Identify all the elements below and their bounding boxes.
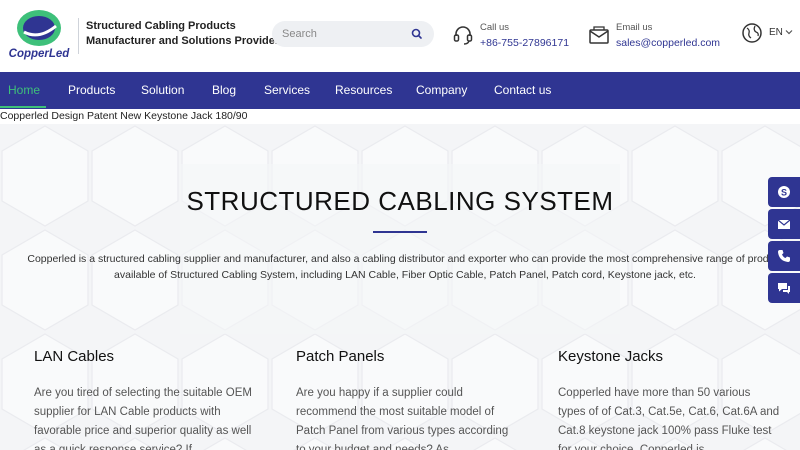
nav-contact-us[interactable]: Contact us <box>494 72 551 109</box>
chevron-down-icon <box>785 30 793 35</box>
nav-services-label: Services <box>264 83 311 97</box>
envelope-icon <box>589 26 609 44</box>
site-header: CopperLed Structured Cabling Products Ma… <box>0 0 800 72</box>
chat-icon <box>778 283 790 294</box>
nav-home[interactable]: Home <box>8 72 40 109</box>
nav-products[interactable]: Products <box>68 72 115 109</box>
nav-blog[interactable]: Blog <box>212 72 236 109</box>
search-icon[interactable] <box>408 25 426 43</box>
email-label: Email us <box>616 22 653 33</box>
card-text-keystone-jacks: Copperled have more than 50 various type… <box>558 387 780 450</box>
skype-icon: S <box>778 186 790 198</box>
svg-text:CopperLed: CopperLed <box>9 48 71 60</box>
hero-title-underline <box>373 231 427 233</box>
phone-label: Call us <box>480 22 510 33</box>
phone-icon <box>778 250 790 262</box>
search-box <box>272 21 434 47</box>
card-text-patch-panels: Are you happy if a supplier could recomm… <box>296 387 509 450</box>
breadcrumb[interactable]: Copperled Design Patent New Keystone Jac… <box>0 110 247 122</box>
nav-company-label: Company <box>416 83 468 97</box>
nav-home-label: Home <box>8 83 41 97</box>
hero-description-line-1: Copperled is a structured cabling suppli… <box>27 253 783 265</box>
search-input[interactable] <box>282 24 402 44</box>
nav-solution[interactable]: Solution <box>141 72 184 109</box>
hero-title: STRUCTURED CABLING SYSTEM <box>186 186 614 216</box>
nav-solution-label: Solution <box>141 83 185 97</box>
card-text-lan-cables: Are you tired of selecting the suitable … <box>34 387 252 450</box>
brand-tagline: Structured Cabling Products Manufacturer… <box>86 19 279 49</box>
main-nav: Home Products Solution Blog Services Res… <box>0 72 800 109</box>
headset-icon <box>453 26 473 45</box>
language-selector[interactable]: EN <box>741 22 795 44</box>
copperled-logo[interactable]: CopperLed <box>6 6 72 62</box>
side-skype-button[interactable]: S <box>768 177 800 207</box>
svg-text:S: S <box>781 188 787 198</box>
nav-resources-label: Resources <box>335 83 393 97</box>
tagline-line-2: Manufacturer and Solutions Provider <box>86 35 280 47</box>
tagline-line-1: Structured Cabling Products <box>86 20 236 32</box>
nav-company[interactable]: Company <box>416 72 467 109</box>
hero-description-line-2: available of Structured Cabling System, … <box>114 269 696 281</box>
card-title-keystone-jacks[interactable]: Keystone Jacks <box>558 348 663 365</box>
card-title-lan-cables[interactable]: LAN Cables <box>34 348 114 365</box>
nav-active-underline <box>0 106 46 108</box>
side-mail-button[interactable] <box>768 209 800 239</box>
nav-services[interactable]: Services <box>264 72 310 109</box>
nav-resources[interactable]: Resources <box>335 72 392 109</box>
mail-icon <box>777 219 791 229</box>
language-code: EN <box>769 27 783 38</box>
email-address[interactable]: sales@copperled.com <box>616 37 720 49</box>
globe-icon <box>742 23 762 43</box>
nav-blog-label: Blog <box>212 83 237 97</box>
nav-products-label: Products <box>68 83 116 97</box>
hero-description: Copperled is a structured cabling suppli… <box>20 251 790 283</box>
side-phone-button[interactable] <box>768 241 800 271</box>
side-chat-button[interactable] <box>768 273 800 303</box>
card-title-patch-panels[interactable]: Patch Panels <box>296 348 384 365</box>
logo-divider <box>78 18 79 54</box>
phone-number[interactable]: +86-755-27896171 <box>480 37 569 49</box>
nav-contact-us-label: Contact us <box>494 83 552 97</box>
